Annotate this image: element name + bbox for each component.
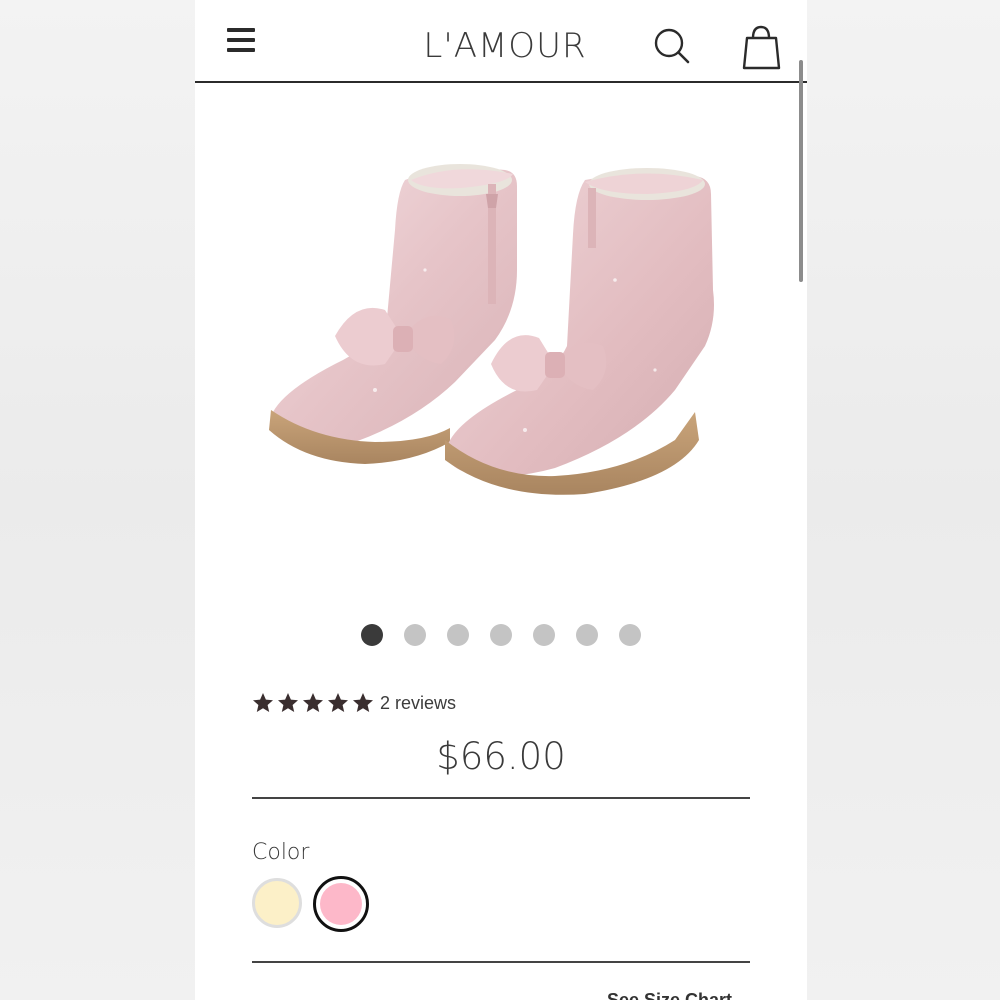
star-icon (278, 693, 298, 712)
star-icon (353, 693, 373, 712)
price-divider (252, 797, 750, 799)
star-icon (303, 693, 323, 712)
color-swatch-pink-selected[interactable] (313, 876, 369, 932)
search-icon[interactable] (650, 24, 694, 68)
pink-swatch-fill (320, 883, 362, 925)
color-swatch-cream[interactable] (252, 878, 302, 928)
right-backdrop (807, 0, 1000, 1000)
site-header: L'AMOUR (195, 0, 807, 82)
carousel-dot-4[interactable] (490, 624, 512, 646)
left-backdrop (0, 0, 195, 1000)
reviews-link[interactable]: 2 reviews (380, 693, 456, 714)
mobile-page: L'AMOUR 2 reviews $66.00 Color See Size … (195, 0, 807, 1000)
star-icon (253, 693, 273, 712)
hamburger-menu-icon[interactable] (227, 28, 257, 54)
carousel-dot-2[interactable] (404, 624, 426, 646)
color-label: Color (252, 840, 310, 865)
brand-logo[interactable]: L'AMOUR (415, 26, 595, 66)
carousel-dot-3[interactable] (447, 624, 469, 646)
product-rating: 2 reviews (251, 690, 456, 716)
header-divider (195, 81, 807, 83)
shopping-bag-icon[interactable] (740, 22, 784, 72)
carousel-dot-5[interactable] (533, 624, 555, 646)
star-icon (328, 693, 348, 712)
rating-stars (251, 691, 376, 715)
carousel-dot-6[interactable] (576, 624, 598, 646)
carousel-dot-1[interactable] (361, 624, 383, 646)
product-image[interactable] (255, 150, 735, 510)
scrollbar-thumb[interactable] (799, 60, 803, 282)
carousel-dot-7[interactable] (619, 624, 641, 646)
product-price: $66.00 (436, 735, 566, 778)
image-carousel-dots (195, 624, 807, 648)
options-divider (252, 961, 750, 963)
size-chart-link[interactable]: See Size Chart (607, 990, 732, 1000)
